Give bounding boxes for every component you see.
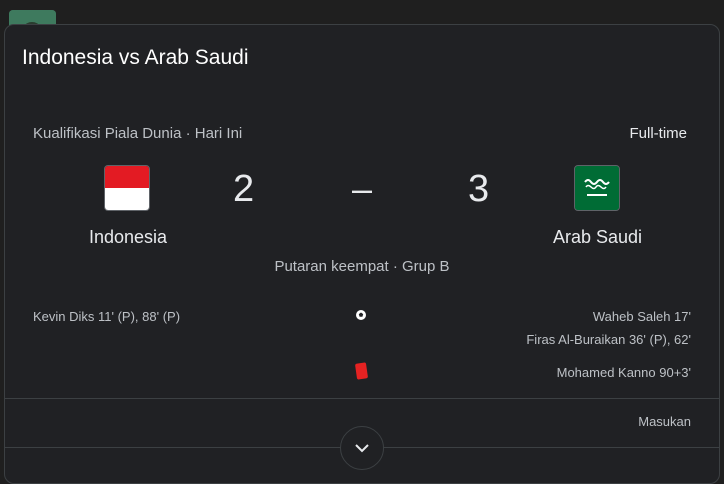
page-title: Indonesia vs Arab Saudi — [22, 46, 249, 69]
expand-button[interactable] — [340, 426, 384, 470]
away-score: 3 — [468, 168, 490, 210]
away-goal-scorer: Waheb Saleh 17' — [592, 309, 691, 324]
away-team-name[interactable]: Arab Saudi — [553, 227, 642, 248]
round-info: Putaran keempat · Grup B — [274, 258, 450, 275]
home-goal-scorers: Kevin Diks 11' (P), 88' (P) — [33, 309, 181, 324]
home-score: 2 — [233, 168, 255, 210]
chevron-down-icon — [355, 444, 369, 453]
away-goal-scorer: Firas Al-Buraikan 36' (P), 62' — [526, 332, 691, 347]
match-status: Full-time — [629, 125, 687, 142]
saudi-arabia-flag-icon[interactable] — [574, 165, 620, 211]
soccer-ball-icon — [355, 309, 367, 324]
away-red-card-player: Mohamed Kanno 90+3' — [556, 365, 691, 380]
home-team-name[interactable]: Indonesia — [89, 227, 167, 248]
divider — [5, 398, 719, 399]
indonesia-flag-icon[interactable] — [104, 165, 150, 211]
red-card-icon — [354, 362, 369, 380]
match-card — [4, 24, 720, 484]
competition-label[interactable]: Kualifikasi Piala Dunia · Hari Ini — [33, 125, 242, 142]
lineups-link[interactable]: Masukan — [638, 414, 691, 429]
score-separator: – — [352, 168, 373, 209]
